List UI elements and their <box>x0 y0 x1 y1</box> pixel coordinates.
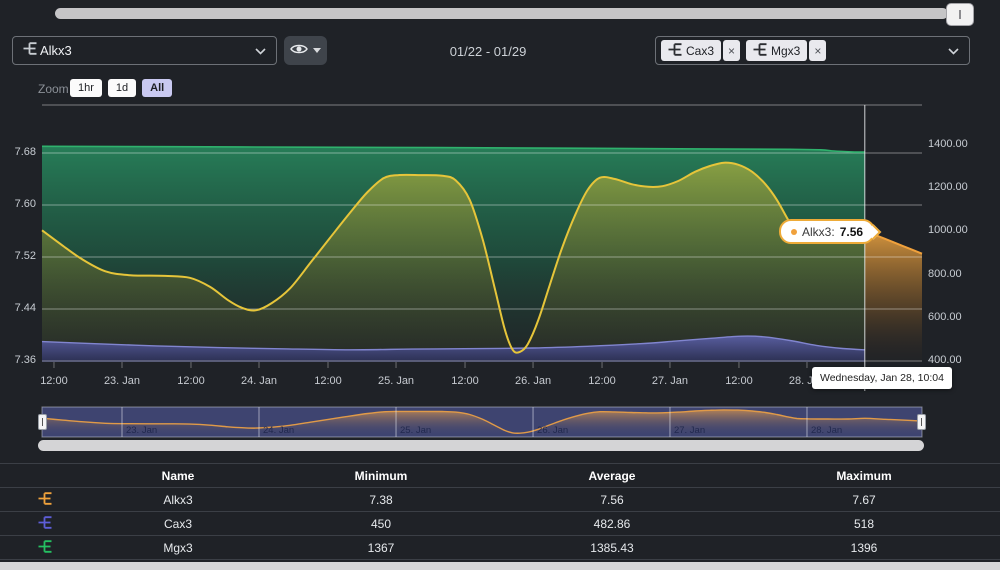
navigator-day-label: 27. Jan <box>674 425 705 436</box>
y-axis-left-label: 7.36 <box>0 354 36 366</box>
average-cell: 1385.43 <box>496 541 728 555</box>
y-axis-left-label: 7.52 <box>0 250 36 262</box>
x-axis-label: 12:00 <box>435 375 495 387</box>
navigator-day-label: 26. Jan <box>537 425 568 436</box>
x-axis-label: 24. Jan <box>229 375 289 387</box>
y-axis-left-label: 7.44 <box>0 302 36 314</box>
minimum-cell: 7.38 <box>266 493 496 507</box>
series-tooltip: Alkx3: 7.56 <box>779 219 875 244</box>
y-axis-right-label: 1000.00 <box>928 224 968 236</box>
y-axis-left-label: 7.60 <box>0 198 36 210</box>
column-header: Name <box>90 469 266 483</box>
navigator-day-label: 23. Jan <box>126 425 157 436</box>
column-header: Maximum <box>728 469 1000 483</box>
x-axis-label: 23. Jan <box>92 375 152 387</box>
series-icon <box>0 516 90 532</box>
crosshair-date-tooltip: Wednesday, Jan 28, 10:04 <box>812 367 952 389</box>
average-cell: 482.86 <box>496 517 728 531</box>
maximum-cell: 1396 <box>728 541 1000 555</box>
y-axis-right-label: 400.00 <box>928 354 962 366</box>
x-axis-label: 12:00 <box>161 375 221 387</box>
series-icon <box>0 492 90 508</box>
navigator-left-handle[interactable] <box>38 414 47 430</box>
navigator-day-label: 24. Jan <box>263 425 294 436</box>
x-axis-label: 12:00 <box>709 375 769 387</box>
series-name-cell: Cax3 <box>90 517 266 531</box>
minimum-cell: 450 <box>266 517 496 531</box>
navigator-scrollbar[interactable] <box>38 440 924 451</box>
tooltip-series-label: Alkx3: <box>802 225 835 239</box>
table-row-alkx3[interactable]: Alkx37.387.567.67 <box>0 488 1000 512</box>
y-axis-left-label: 7.68 <box>0 146 36 158</box>
series-name-cell: Alkx3 <box>90 493 266 507</box>
maximum-cell: 518 <box>728 517 1000 531</box>
table-row-cax3[interactable]: Cax3450482.86518 <box>0 512 1000 536</box>
app-window: Alkx3 01/22 - 01/29 Cax3×Mgx3× Zoom 1hr1… <box>0 0 1000 570</box>
x-axis-label: 12:00 <box>298 375 358 387</box>
horizontal-scrollbar[interactable] <box>0 562 1000 570</box>
series-name-cell: Mgx3 <box>90 541 266 555</box>
navigator-right-handle[interactable] <box>917 414 926 430</box>
column-header: Minimum <box>266 469 496 483</box>
table-row-mgx3[interactable]: Mgx313671385.431396 <box>0 536 1000 560</box>
column-header: Average <box>496 469 728 483</box>
average-cell: 7.56 <box>496 493 728 507</box>
x-axis-label: 26. Jan <box>503 375 563 387</box>
y-axis-right-label: 1400.00 <box>928 138 968 150</box>
navigator-day-label: 28. Jan <box>811 425 842 436</box>
minimum-cell: 1367 <box>266 541 496 555</box>
y-axis-right-label: 800.00 <box>928 268 962 280</box>
series-icon <box>0 540 90 556</box>
table-header-row: NameMinimumAverageMaximum <box>0 463 1000 488</box>
maximum-cell: 7.67 <box>728 493 1000 507</box>
x-axis-label: 27. Jan <box>640 375 700 387</box>
tooltip-value: 7.56 <box>840 225 863 239</box>
navigator-day-label: 25. Jan <box>400 425 431 436</box>
y-axis-right-label: 600.00 <box>928 311 962 323</box>
y-axis-right-label: 1200.00 <box>928 181 968 193</box>
summary-table: NameMinimumAverageMaximumAlkx37.387.567.… <box>0 463 1000 560</box>
x-axis-label: 25. Jan <box>366 375 426 387</box>
x-axis-label: 12:00 <box>24 375 84 387</box>
x-axis-label: 12:00 <box>572 375 632 387</box>
series-point-dot <box>791 229 797 235</box>
